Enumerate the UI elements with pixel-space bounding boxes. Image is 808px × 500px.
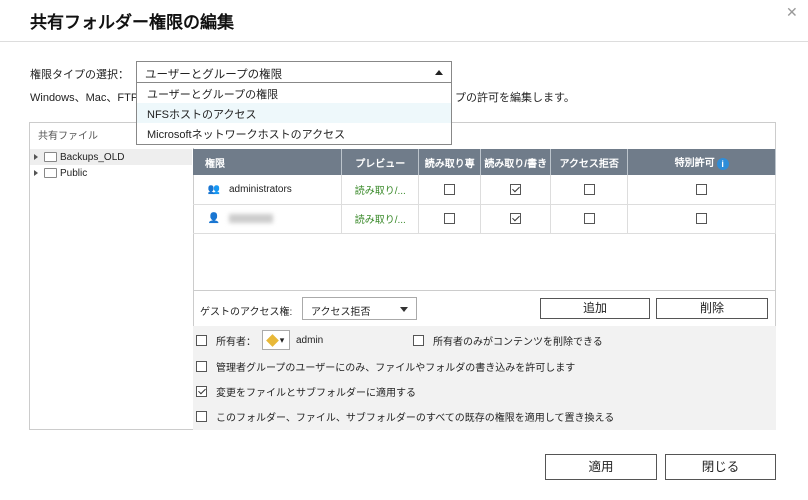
tree-item-backups-old[interactable]: Backups_OLD: [30, 149, 192, 165]
table-bottom-border: [193, 290, 776, 291]
tree-item-label: Public: [60, 167, 88, 179]
expand-caret-icon[interactable]: [34, 170, 38, 176]
owner-checkbox[interactable]: [196, 334, 207, 346]
redacted-user-name: [229, 213, 273, 223]
col-header-special[interactable]: 特別許可 i: [627, 149, 776, 175]
delete-button[interactable]: 削除: [656, 298, 768, 319]
admin-group-only-checkbox[interactable]: [196, 360, 207, 372]
apply-subfolders-checkbox[interactable]: [196, 385, 207, 397]
table-row[interactable]: 👥 administrators 読み取り/...: [193, 175, 776, 205]
folder-tree: Backups_OLD Public: [30, 149, 192, 181]
tree-item-label: Backups_OLD: [60, 151, 125, 163]
read-write-checkbox[interactable]: [510, 183, 522, 195]
special-checkbox[interactable]: [696, 212, 708, 224]
owner-only-delete-checkbox[interactable]: [413, 334, 424, 346]
owner-name: admin: [296, 334, 324, 346]
special-checkbox[interactable]: [696, 183, 708, 195]
apply-button[interactable]: 適用: [545, 454, 657, 480]
folder-icon: [44, 168, 57, 178]
dialog-title: 共有フォルダー権限の編集: [30, 13, 234, 32]
header-divider: [0, 41, 808, 42]
folder-icon: [44, 152, 57, 162]
admin-group-only-row: 管理者グループのユーザーにのみ、ファイルやフォルダの書き込みを許可します: [196, 358, 575, 374]
replace-all-label: このフォルダー、ファイル、サブフォルダーのすべての既存の権限を適用して置き換える: [216, 412, 615, 424]
owner-row: 所有者： ▾ admin: [196, 330, 324, 350]
guest-access-label: ゲストのアクセス権:: [200, 307, 293, 318]
preview-text: 読み取り/...: [354, 185, 406, 197]
deny-checkbox[interactable]: [583, 183, 595, 195]
col-header-special-label: 特別許可: [674, 158, 715, 170]
read-only-checkbox[interactable]: [444, 212, 456, 224]
preview-text: 読み取り/...: [354, 215, 406, 226]
perm-type-selected: ユーザーとグループの権限: [145, 69, 283, 81]
perm-type-label: 権限タイプの選択：: [30, 69, 129, 81]
owner-only-delete-label: 所有者のみがコンテンツを削除できる: [433, 336, 603, 348]
col-header-permission[interactable]: 権限: [193, 149, 343, 175]
principal-name: administrators: [229, 183, 292, 195]
user-icon: 👤: [207, 213, 221, 224]
perm-type-option-microsoft[interactable]: Microsoftネットワークホストのアクセス: [137, 123, 451, 143]
group-icon: 👥: [207, 183, 221, 195]
guest-access-select[interactable]: アクセス拒否: [302, 297, 417, 320]
col-header-read-only[interactable]: 読み取り専: [418, 149, 482, 175]
perm-type-option-nfs[interactable]: NFSホストのアクセス: [137, 103, 451, 123]
add-button[interactable]: 追加: [540, 298, 650, 319]
info-icon[interactable]: i: [716, 157, 729, 170]
table-row[interactable]: 👤 読み取り/...: [193, 204, 776, 234]
perm-type-option-users[interactable]: ユーザーとグループの権限: [137, 83, 451, 103]
owner-only-delete-row: 所有者のみがコンテンツを削除できる: [413, 332, 603, 348]
expand-caret-icon[interactable]: [34, 154, 38, 160]
perm-type-dropdown: ユーザーとグループの権限 NFSホストのアクセス Microsoftネットワーク…: [136, 83, 452, 145]
replace-all-checkbox[interactable]: [196, 410, 207, 422]
description-text-right: プの許可を編集します。: [455, 92, 575, 104]
col-header-read-write[interactable]: 読み取り/書き: [480, 149, 552, 175]
read-write-checkbox[interactable]: [510, 212, 522, 224]
col-header-deny[interactable]: アクセス拒否: [550, 149, 629, 175]
perm-type-select[interactable]: ユーザーとグループの権限: [136, 61, 452, 83]
owner-label: 所有者：: [216, 336, 256, 348]
shared-files-label: 共有ファイル: [38, 131, 98, 142]
pencil-icon: [265, 333, 279, 347]
description-text-left: Windows、Mac、FTP: [30, 92, 139, 104]
replace-all-row: このフォルダー、ファイル、サブフォルダーのすべての既存の権限を適用して置き換える: [196, 408, 614, 424]
apply-subfolders-row: 変更をファイルとサブフォルダーに適用する: [196, 383, 416, 399]
deny-checkbox[interactable]: [583, 212, 595, 224]
read-only-checkbox[interactable]: [444, 183, 456, 195]
apply-subfolders-label: 変更をファイルとサブフォルダーに適用する: [216, 387, 416, 399]
admin-group-only-label: 管理者グループのユーザーにのみ、ファイルやフォルダの書き込みを許可します: [216, 362, 576, 374]
close-button[interactable]: 閉じる: [665, 454, 776, 480]
permissions-table: 権限 プレビュー 読み取り専 読み取り/書き アクセス拒否 特別許可 i 👥 adm…: [193, 149, 776, 234]
chevron-down-icon: [400, 307, 408, 312]
caret-up-icon: [435, 70, 443, 75]
guest-access-selected: アクセス拒否: [311, 307, 371, 318]
col-header-preview[interactable]: プレビュー: [341, 149, 420, 175]
owner-picker-button[interactable]: ▾: [262, 330, 290, 350]
close-icon[interactable]: ✕: [786, 4, 798, 21]
tree-item-public[interactable]: Public: [30, 165, 192, 181]
